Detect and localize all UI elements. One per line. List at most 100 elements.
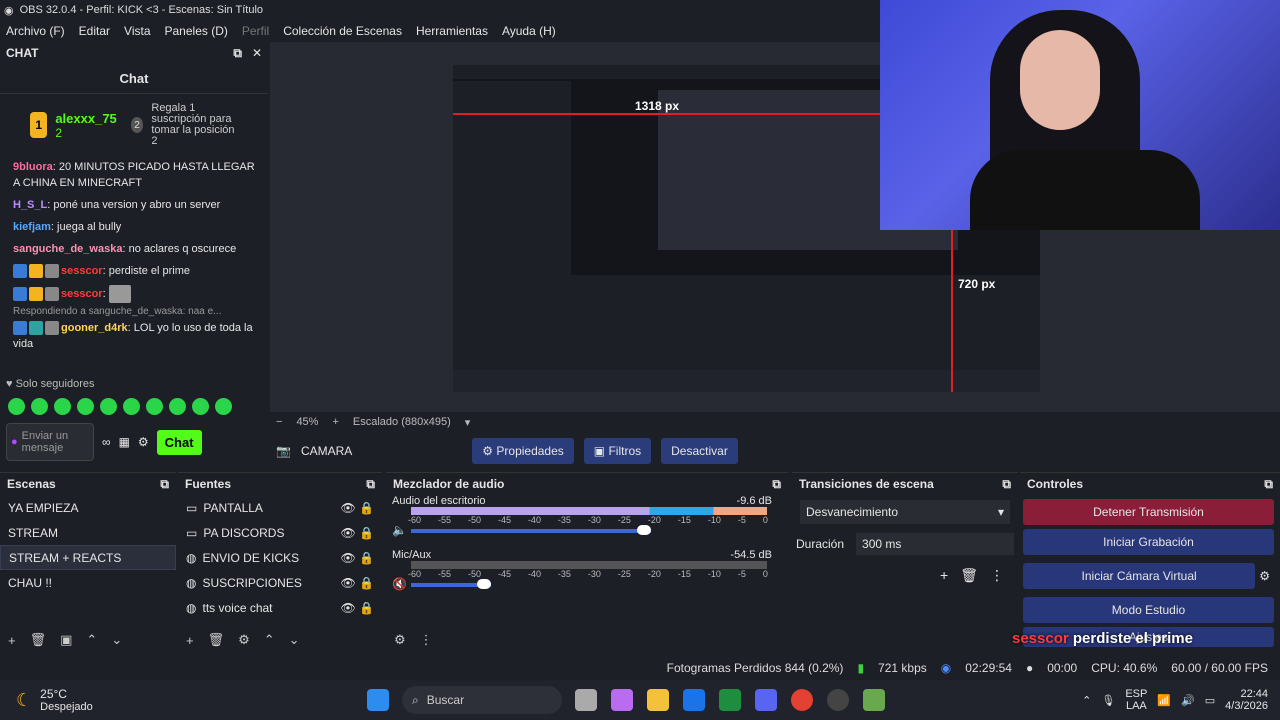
trash-icon[interactable]: 🗑	[960, 567, 978, 584]
zoom-out-button[interactable]: −	[276, 416, 282, 428]
scaling-label[interactable]: Escalado (880x495)	[353, 416, 451, 428]
minecraft-icon[interactable]	[863, 689, 885, 711]
zoom-in-button[interactable]: +	[332, 416, 338, 428]
menu-herramientas[interactable]: Herramientas	[416, 24, 488, 38]
chat-username[interactable]: gooner_d4rk	[61, 322, 128, 334]
chat-username[interactable]: sanguche_de_waska	[13, 243, 122, 255]
chat-username[interactable]: 9bluora	[13, 161, 53, 173]
move-up-icon[interactable]: ⌃	[264, 632, 275, 648]
emote-picker-icon[interactable]: ∞	[102, 435, 111, 449]
move-down-icon[interactable]: ⌄	[111, 632, 122, 648]
chat-username[interactable]: sesscor	[61, 265, 103, 277]
windows-start-icon[interactable]	[367, 689, 389, 711]
send-chat-button[interactable]: Chat	[156, 429, 202, 455]
visibility-eye-lock-icon[interactable]: 👁 🔒	[340, 526, 374, 540]
undock-icon[interactable]: ⧉	[366, 477, 375, 492]
visibility-eye-lock-icon[interactable]: 👁 🔒	[340, 551, 374, 565]
language-indicator[interactable]: ESP LAA	[1125, 688, 1147, 712]
emote-icon[interactable]	[77, 398, 94, 415]
battery-icon[interactable]: ▭	[1205, 694, 1215, 707]
source-item[interactable]: ◍ tts voice chat 👁 🔒	[178, 595, 382, 620]
chat-username[interactable]: H_S_L	[13, 199, 47, 211]
calculator-icon[interactable]	[683, 689, 705, 711]
more-icon[interactable]: ⋮	[990, 567, 1004, 584]
properties-button[interactable]: ⚙ Propiedades	[472, 438, 574, 464]
settings-icon[interactable]: ⚙	[138, 435, 149, 449]
start-recording-button[interactable]: Iniciar Grabación	[1023, 529, 1274, 555]
visibility-eye-lock-icon[interactable]: 👁 🔒	[340, 501, 374, 515]
slider-knob[interactable]	[477, 579, 491, 589]
trash-icon[interactable]: 🗑	[208, 632, 225, 648]
emote-icon[interactable]	[8, 398, 25, 415]
move-up-icon[interactable]: ⌃	[86, 632, 97, 648]
chevron-up-icon[interactable]: ⌃	[1082, 694, 1091, 707]
emote-icon[interactable]	[31, 398, 48, 415]
menu-paneles[interactable]: Paneles (D)	[165, 24, 228, 38]
task-view-icon[interactable]	[575, 689, 597, 711]
weather-widget[interactable]: ☾ 25°C Despejado	[0, 687, 360, 713]
excel-icon[interactable]	[719, 689, 741, 711]
chevron-down-icon[interactable]: ▾	[465, 416, 471, 429]
chrome-icon[interactable]	[791, 689, 813, 711]
emote-icon[interactable]	[192, 398, 209, 415]
menu-ayuda[interactable]: Ayuda (H)	[502, 24, 556, 38]
add-source-icon[interactable]: +	[186, 633, 194, 648]
slider-knob[interactable]	[637, 525, 651, 535]
volume-icon[interactable]: 🔊	[1181, 694, 1195, 707]
source-item[interactable]: ▭ PANTALLA 👁 🔒	[178, 495, 382, 520]
menu-perfil[interactable]: Perfil	[242, 24, 269, 38]
volume-slider[interactable]	[411, 525, 651, 535]
add-icon[interactable]: +	[940, 567, 948, 584]
filter-icon[interactable]: ▣	[60, 632, 72, 648]
trash-icon[interactable]: 🗑	[30, 632, 47, 648]
emote-icon[interactable]	[169, 398, 186, 415]
copilot-icon[interactable]	[611, 689, 633, 711]
speaker-icon[interactable]: 🔈	[392, 523, 407, 537]
stop-streaming-button[interactable]: Detener Transmisión	[1023, 499, 1274, 525]
more-icon[interactable]: ⋮	[420, 632, 433, 648]
scene-item[interactable]: YA EMPIEZA	[0, 495, 176, 520]
mic-icon[interactable]: ●	[11, 436, 18, 448]
chat-username[interactable]: kiefjam	[13, 221, 51, 233]
emote-icon[interactable]	[215, 398, 232, 415]
gear-icon[interactable]: ⚙	[1259, 569, 1270, 583]
chat-input[interactable]: ● Enviar un mensaje	[6, 423, 94, 461]
undock-icon[interactable]: ⧉	[160, 477, 169, 492]
clock[interactable]: 22:44 4/3/2026	[1225, 688, 1268, 712]
gifter-name[interactable]: alexxx_75	[55, 111, 116, 126]
source-item[interactable]: ▭ PA DISCORDS 👁 🔒	[178, 520, 382, 545]
file-explorer-icon[interactable]	[647, 689, 669, 711]
scene-item-selected[interactable]: STREAM + REACTS	[0, 545, 176, 570]
gear-icon[interactable]: ⚙	[394, 632, 406, 648]
discord-icon[interactable]	[755, 689, 777, 711]
source-item[interactable]: ◍ ENVIO DE KICKS 👁 🔒	[178, 545, 382, 570]
close-icon[interactable]: ✕	[252, 46, 262, 61]
filters-button[interactable]: ▣ Filtros	[583, 438, 652, 464]
menu-editar[interactable]: Editar	[79, 24, 110, 38]
visibility-eye-lock-icon[interactable]: 👁 🔒	[340, 601, 374, 615]
undock-icon[interactable]: ⧉	[1002, 477, 1011, 492]
menu-vista[interactable]: Vista	[124, 24, 150, 38]
deactivate-button[interactable]: Desactivar	[661, 438, 738, 464]
menu-archivo[interactable]: Archivo (F)	[6, 24, 65, 38]
mic-icon[interactable]: 🎙	[1101, 694, 1115, 707]
volume-slider[interactable]	[411, 579, 491, 589]
emote-icon[interactable]	[54, 398, 71, 415]
undock-icon[interactable]: ⧉	[233, 46, 242, 61]
emote-icon[interactable]	[123, 398, 140, 415]
source-item[interactable]: ◍ SUSCRIPCIONES 👁 🔒	[178, 570, 382, 595]
wifi-icon[interactable]: 📶	[1157, 694, 1171, 707]
reply-context[interactable]: Respondiendo a sanguche_de_waska: naa e.…	[0, 306, 268, 317]
gear-icon[interactable]: ⚙	[238, 632, 250, 648]
chat-username[interactable]: sesscor	[61, 288, 103, 300]
duration-input[interactable]: 300 ms	[856, 533, 1014, 555]
move-down-icon[interactable]: ⌄	[289, 632, 300, 648]
emote-icon[interactable]	[100, 398, 117, 415]
scene-item[interactable]: STREAM	[0, 520, 176, 545]
visibility-eye-lock-icon[interactable]: 👁 🔒	[340, 576, 374, 590]
gift-icon[interactable]: ▦	[119, 435, 130, 449]
undock-icon[interactable]: ⧉	[1264, 477, 1273, 492]
studio-mode-button[interactable]: Modo Estudio	[1023, 597, 1274, 623]
emote-icon[interactable]	[146, 398, 163, 415]
obs-icon[interactable]	[827, 689, 849, 711]
